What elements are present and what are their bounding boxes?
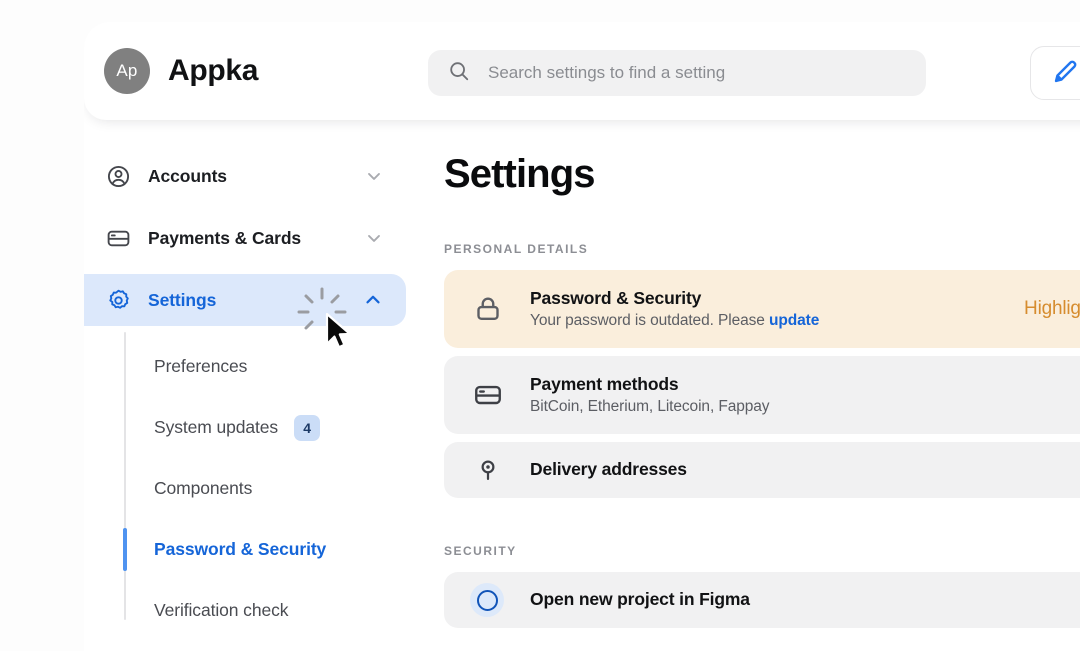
app-header: Ap Appka bbox=[84, 22, 1080, 120]
chevron-up-icon[interactable] bbox=[362, 289, 384, 311]
pencil-icon bbox=[1051, 56, 1080, 91]
sidebar-subitem-password-and-security[interactable]: Password & Security bbox=[84, 519, 406, 580]
avatar: Ap bbox=[104, 48, 150, 94]
search-icon bbox=[448, 60, 470, 87]
sidebar-subitem-label: Preferences bbox=[154, 356, 248, 376]
sidebar-item-label: Payments & Cards bbox=[148, 227, 302, 248]
setting-row-open-new-project-in-figma[interactable]: Open new project in Figma bbox=[444, 572, 1080, 628]
page-title: Settings bbox=[444, 152, 595, 196]
setting-row-subtitle: BitCoin, Etherium, Litecoin, Fappay bbox=[530, 398, 770, 416]
sidebar-item-settings[interactable]: Settings bbox=[84, 274, 406, 326]
lock-icon bbox=[472, 294, 504, 324]
sidebar-submenu: Preferences System updates 4 Components … bbox=[84, 332, 406, 641]
credit-card-icon bbox=[472, 380, 504, 410]
setting-row-title: Delivery addresses bbox=[530, 459, 687, 480]
status-badge-highlighted: Highlighted! bbox=[1024, 298, 1080, 319]
update-link[interactable]: update bbox=[769, 312, 819, 329]
credit-card-icon bbox=[106, 226, 132, 251]
search-bar[interactable] bbox=[428, 50, 926, 96]
gear-icon bbox=[106, 288, 132, 313]
sidebar-subitem-verification-check[interactable]: Verification check bbox=[84, 580, 406, 641]
app-window: Ap Appka Search settings to find a setti… bbox=[84, 22, 1080, 651]
active-indicator-bar bbox=[123, 528, 127, 571]
location-pin-icon bbox=[472, 456, 504, 484]
setting-row-subtitle: Your password is outdated. Please update bbox=[530, 312, 819, 330]
edit-button[interactable] bbox=[1030, 46, 1080, 100]
app-body: Accounts Payments & Cards Settings Prefe… bbox=[84, 120, 1080, 651]
chevron-down-icon[interactable] bbox=[364, 228, 384, 248]
setting-row-text: Password & Security Your password is out… bbox=[530, 288, 819, 331]
section-label-personal-details: Personal details bbox=[444, 242, 589, 256]
main-content: Settings Personal details Password & Sec… bbox=[406, 120, 1080, 651]
subtitle-text: Your password is outdated. Please bbox=[530, 312, 770, 330]
system-updates-badge: 4 bbox=[294, 414, 321, 441]
sidebar-subitem-label: Verification check bbox=[154, 600, 289, 620]
setting-row-text: Delivery addresses bbox=[530, 459, 687, 481]
sidebar-subitem-system-updates[interactable]: System updates 4 bbox=[84, 397, 406, 458]
chevron-down-icon[interactable] bbox=[364, 166, 384, 186]
sidebar-item-label: Settings bbox=[148, 289, 217, 310]
section-label-security: Security bbox=[444, 544, 517, 558]
sidebar-subitem-label: System updates bbox=[154, 417, 279, 437]
setting-row-payment-methods[interactable]: Payment methods BitCoin, Etherium, Litec… bbox=[444, 356, 1080, 434]
radio-circle-icon[interactable] bbox=[470, 583, 504, 617]
search-input[interactable] bbox=[486, 62, 890, 84]
setting-row-title: Password & Security bbox=[530, 287, 702, 308]
setting-row-title: Open new project in Figma bbox=[530, 589, 750, 610]
screen: Ap Appka Search settings to find a setti… bbox=[0, 0, 1080, 651]
radio-ring bbox=[476, 589, 498, 611]
sidebar-subitem-label: Password & Security bbox=[154, 539, 327, 559]
sidebar-subitem-components[interactable]: Components bbox=[84, 458, 406, 519]
setting-row-password-and-security[interactable]: Password & Security Your password is out… bbox=[444, 270, 1080, 348]
sidebar: Accounts Payments & Cards Settings Prefe… bbox=[84, 120, 406, 651]
sidebar-item-accounts[interactable]: Accounts bbox=[84, 150, 406, 202]
sidebar-subitem-preferences[interactable]: Preferences bbox=[84, 336, 406, 397]
user-circle-icon bbox=[106, 164, 132, 189]
setting-row-title: Payment methods bbox=[530, 373, 679, 394]
setting-row-text: Payment methods BitCoin, Etherium, Litec… bbox=[530, 373, 770, 417]
sidebar-item-payments-and-cards[interactable]: Payments & Cards bbox=[84, 212, 406, 264]
setting-row-text: Open new project in Figma bbox=[530, 589, 750, 611]
app-title: Appka bbox=[168, 54, 259, 87]
setting-row-delivery-addresses[interactable]: Delivery addresses bbox=[444, 442, 1080, 498]
sidebar-subitem-label: Components bbox=[154, 478, 253, 498]
sidebar-item-label: Accounts bbox=[148, 165, 227, 186]
